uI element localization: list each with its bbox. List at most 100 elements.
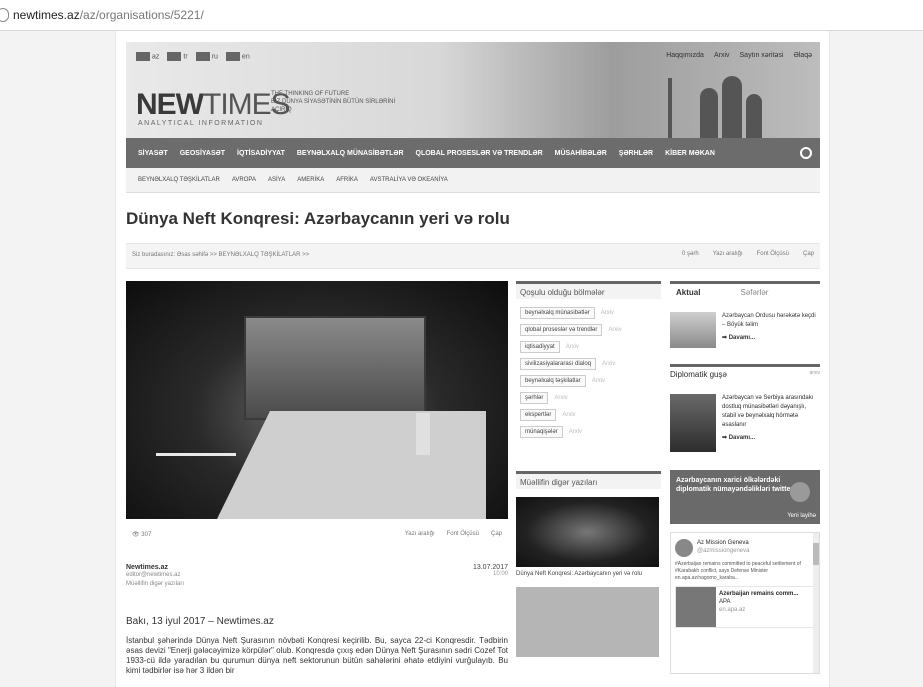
lang-az[interactable]: az bbox=[136, 52, 159, 61]
tab-aktual[interactable]: Aktual bbox=[670, 284, 706, 302]
tab-seferler[interactable]: Səfərlər bbox=[734, 284, 774, 302]
link-archive[interactable]: Arxiv bbox=[714, 52, 730, 59]
tag-item[interactable]: beynəlxalq təşkilatlar Arxiv bbox=[520, 375, 657, 387]
author-name[interactable]: Newtimes.az bbox=[126, 564, 184, 571]
author-block: Newtimes.az editor@newtimes.az Müəllifin… bbox=[126, 564, 184, 589]
nav-item[interactable]: MÜSAHİBƏLƏR bbox=[555, 150, 607, 157]
article-tools: 0 şərh Yazı aralığı Font Ölçüsü Çap bbox=[682, 251, 814, 257]
author-other-link[interactable]: Müəllifin digər yazıları bbox=[126, 580, 184, 589]
more-link[interactable]: ➡ Davamı... bbox=[722, 334, 820, 343]
article-title: Dünya Neft Konqresi: Azərbaycanın yeri v… bbox=[126, 209, 510, 228]
map-thumbnail[interactable] bbox=[516, 587, 659, 657]
news-tabs: Aktual Səfərlər bbox=[670, 281, 820, 302]
tweet-header: Az Mission Geneva @azmissiongeneva bbox=[671, 533, 819, 557]
site-logo[interactable]: NEWTIMES bbox=[136, 88, 291, 122]
print-button[interactable]: Çap bbox=[491, 531, 502, 537]
tweet-author[interactable]: Az Mission Geneva @azmissiongeneva bbox=[697, 539, 749, 557]
line-spacing-control[interactable]: Yazı aralığı bbox=[405, 531, 435, 537]
book-cover bbox=[670, 394, 716, 452]
subnav-item[interactable]: BEYNƏLXALQ TƏŞKİLATLAR bbox=[138, 177, 220, 183]
nav-item[interactable]: BEYNƏLXALQ MÜNASİBƏTLƏR bbox=[297, 150, 404, 157]
lang-en[interactable]: en bbox=[225, 52, 250, 61]
tagline: THE THINKING OF FUTURE BİZ DÜNYA SİYASƏT… bbox=[271, 90, 411, 114]
news-item[interactable]: Azərbaycan Ordusu hərəkətə keçdi – Böyük… bbox=[670, 312, 820, 348]
subnav-item[interactable]: ASİYA bbox=[268, 177, 285, 183]
article-photo bbox=[126, 281, 508, 519]
article-date: 13.07.2017 10:00 bbox=[450, 564, 508, 577]
tag-item[interactable]: şərhlər Arxiv bbox=[520, 392, 657, 404]
archive-link[interactable]: arxiv bbox=[809, 370, 820, 386]
subnav-item[interactable]: AMERİKA bbox=[297, 177, 324, 183]
section-tags: beynəlxalq münasibətlər Arxiv qlobal pros… bbox=[516, 299, 661, 449]
site-container: az tr ru en Haqqımızda Arxiv Saytın xəri… bbox=[115, 31, 830, 687]
lang-ru[interactable]: ru bbox=[195, 52, 218, 61]
nav-item[interactable]: QLOBAL PROSESLƏR VƏ TRENDLƏR bbox=[416, 150, 543, 157]
subnav-item[interactable]: AVSTRALİYA VƏ OKEANİYA bbox=[370, 177, 448, 183]
tag-item[interactable]: iqtisadiyyat Arxiv bbox=[520, 341, 657, 353]
right-column: Aktual Səfərlər Azərbaycan Ordusu hərəkə… bbox=[670, 281, 820, 674]
search-icon[interactable] bbox=[800, 147, 812, 159]
tagline-line: THE THINKING OF FUTURE bbox=[271, 91, 350, 97]
news-thumbnail bbox=[670, 312, 716, 348]
scrollbar-thumb[interactable] bbox=[813, 543, 819, 565]
nav-item[interactable]: ŞƏRHLƏR bbox=[619, 150, 653, 157]
lectern bbox=[416, 413, 430, 455]
diplomatic-item[interactable]: Azərbaycan və Serbiya arasındakı dostluq… bbox=[670, 394, 820, 452]
more-link[interactable]: ➡ Davamı... bbox=[722, 434, 820, 443]
font-size-control[interactable]: Font Ölçüsü bbox=[757, 251, 789, 257]
font-size-control[interactable]: Font Ölçüsü bbox=[447, 531, 479, 537]
subnav-item[interactable]: AVROPA bbox=[232, 177, 256, 183]
link-sitemap[interactable]: Saytın xəritəsi bbox=[740, 52, 784, 59]
tag-item[interactable]: qlobal proseslər və trendlər Arxiv bbox=[520, 324, 657, 336]
tag-item[interactable]: münaqişələr Arxiv bbox=[520, 426, 657, 438]
tagline-line: BİZ DÜNYA SİYASƏTİNİN BÜTÜN SİRLƏRİNİ AÇ… bbox=[271, 99, 396, 113]
flag-icon bbox=[225, 52, 240, 61]
nav-item[interactable]: GEOSİYASƏT bbox=[180, 150, 225, 157]
nav-item[interactable]: KİBER MƏKAN bbox=[665, 150, 715, 157]
author-email[interactable]: editor@newtimes.az bbox=[126, 571, 184, 580]
logo-subtitle: ANALYTICAL INFORMATION bbox=[138, 120, 264, 127]
link-about[interactable]: Haqqımızda bbox=[666, 52, 704, 59]
sub-nav: BEYNƏLXALQ TƏŞKİLATLAR AVROPA ASİYA AMER… bbox=[126, 168, 820, 193]
breadcrumb[interactable]: Siz buradasınız: Əsas səhifə >> BEYNƏLXA… bbox=[132, 252, 309, 258]
avatar[interactable] bbox=[675, 539, 693, 557]
tag-item[interactable]: sivilizasiyalararası dialoq Arxiv bbox=[520, 358, 657, 370]
photo-tools: Yazı aralığı Font Ölçüsü Çap bbox=[405, 531, 502, 537]
banner-text: Azərbaycanın xarici ölkələrdəki diplomat… bbox=[676, 477, 802, 493]
twitter-bird-icon bbox=[790, 482, 810, 502]
other-posts-heading: Müəllifin digər yazıları bbox=[516, 471, 661, 489]
tag-item[interactable]: beynəlxalq münasibətlər Arxiv bbox=[520, 307, 657, 319]
page-background: az tr ru en Haqqımızda Arxiv Saytın xəri… bbox=[0, 31, 923, 687]
lang-tr[interactable]: tr bbox=[167, 52, 188, 61]
print-button[interactable]: Çap bbox=[803, 251, 814, 257]
post-thumbnail[interactable] bbox=[516, 497, 659, 567]
twitter-feed[interactable]: Az Mission Geneva @azmissiongeneva #Azer… bbox=[670, 532, 820, 674]
address-bar[interactable]: newtimes.az/az/organisations/5221/ bbox=[0, 0, 923, 31]
top-links: Haqqımızda Arxiv Saytın xəritəsi Əlaqə bbox=[666, 52, 812, 59]
info-icon[interactable] bbox=[0, 8, 9, 22]
tweet-text: #Azerbaijan remains committed to peacefu… bbox=[675, 561, 801, 581]
stage-screen bbox=[244, 316, 426, 420]
photo-meta: 👁 307 Yazı aralığı Font Ölçüsü Çap bbox=[126, 528, 508, 544]
url-host: newtimes.az bbox=[13, 8, 80, 22]
tag-item[interactable]: ekspertlər Arxiv bbox=[520, 409, 657, 421]
breadcrumb-bar: Siz buradasınız: Əsas səhifə >> BEYNƏLXA… bbox=[126, 243, 820, 269]
article-body: İstanbul şəhərində Dünya Neft Şurasının … bbox=[126, 636, 508, 675]
link-contact[interactable]: Əlaqə bbox=[793, 52, 812, 59]
line-spacing-control[interactable]: Yazı aralığı bbox=[713, 251, 743, 257]
new-project-label: Yeni layihə bbox=[787, 513, 816, 519]
post-caption[interactable]: Dünya Neft Konqresi: Azərbaycanın yeri v… bbox=[516, 570, 661, 579]
stage-floor bbox=[216, 411, 486, 519]
time-value: 10:00 bbox=[492, 571, 508, 577]
flag-icon bbox=[167, 52, 182, 61]
comments-link[interactable]: 0 şərh bbox=[682, 251, 699, 257]
middle-column: Qoşulu olduğu bölmələr beynəlxalq münasi… bbox=[516, 281, 661, 657]
nav-item[interactable]: SİYASƏT bbox=[138, 150, 168, 157]
nav-item[interactable]: İQTİSADİYYAT bbox=[237, 150, 285, 157]
tweet-card[interactable]: Azerbaijan remains comm... APA en.apa.az bbox=[675, 586, 815, 628]
twitter-banner[interactable]: Azərbaycanın xarici ölkələrdəki diplomat… bbox=[670, 470, 820, 524]
views-count: 👁 307 bbox=[132, 532, 152, 538]
url-path: /az/organisations/5221/ bbox=[79, 8, 204, 22]
subnav-item[interactable]: AFRİKA bbox=[336, 177, 358, 183]
tweet-card-text: Azerbaijan remains comm... APA en.apa.az bbox=[719, 591, 799, 613]
